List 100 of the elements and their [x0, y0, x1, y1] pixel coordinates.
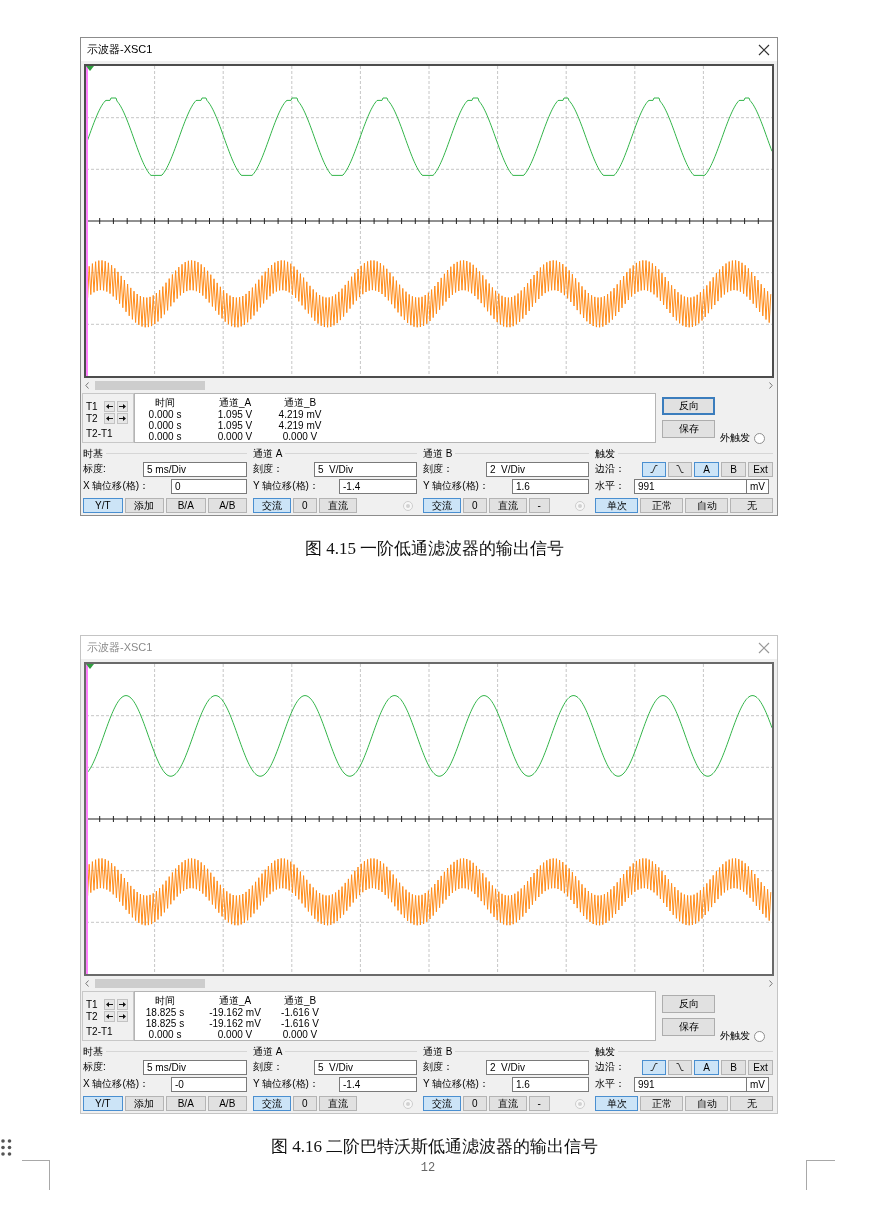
- field-label: Y 轴位移(格)：: [253, 479, 320, 493]
- unit-label: mV: [747, 478, 769, 494]
- trigger-marker-icon: [86, 66, 94, 71]
- offset-field[interactable]: 0: [171, 478, 247, 494]
- readout-value: 0.000 s: [148, 431, 182, 442]
- right-arrow-icon: [119, 1013, 126, 1019]
- external-trigger-label: 外触发: [720, 1029, 750, 1043]
- group-title: 通道 A: [253, 1044, 283, 1059]
- right-arrow-icon: [119, 1001, 126, 1007]
- column-header: 通道_B: [283, 396, 317, 409]
- coupling-button[interactable]: 直流: [318, 498, 357, 513]
- scale-field[interactable]: 5 V/Div: [314, 461, 417, 477]
- page-number: 12: [420, 1161, 436, 1175]
- scale-field[interactable]: 2 V/Div: [486, 461, 589, 477]
- trigger-mode-button[interactable]: 无: [730, 498, 773, 513]
- coupling-button[interactable]: 直流: [488, 498, 527, 513]
- cursor-left-button[interactable]: [104, 400, 115, 412]
- readout-value: 0.000 s: [148, 409, 182, 420]
- left-arrow-icon: [106, 1013, 113, 1019]
- figure-caption: 图 4.16 二阶巴特沃斯低通滤波器的输出信号: [270, 1136, 599, 1158]
- readout-value: 0.000 s: [148, 420, 182, 431]
- cursor-label: T2: [86, 412, 99, 424]
- display-mode-button[interactable]: A/B: [207, 498, 247, 513]
- cursor-label: T2-T1: [86, 428, 114, 439]
- readout-value: 0.000 V: [282, 1029, 318, 1040]
- field-label: 刻度：: [423, 1060, 454, 1074]
- readout-value: -1.616 V: [281, 1007, 319, 1018]
- readout-value: 0.000 V: [217, 431, 253, 442]
- right-arrow-icon: [119, 415, 126, 421]
- coupling-button[interactable]: 交流: [423, 498, 461, 513]
- scroll-right-icon[interactable]: [769, 381, 773, 389]
- field-label: 边沿：: [595, 1060, 626, 1074]
- display-mode-button[interactable]: B/A: [166, 498, 206, 513]
- close-button[interactable]: [758, 43, 770, 56]
- trigger-mode-button[interactable]: 自动: [685, 498, 728, 513]
- field-label: Y 轴位移(格)：: [423, 479, 490, 493]
- display-mode-button[interactable]: Y/T: [83, 498, 123, 513]
- cursor-right-button[interactable]: [117, 400, 128, 412]
- cursor-label: T1: [86, 400, 99, 412]
- rising-edge-icon: [650, 465, 658, 473]
- field-label: 水平：: [595, 479, 626, 493]
- field-label: 边沿：: [595, 462, 626, 476]
- edge-button[interactable]: [668, 461, 692, 477]
- cursor-right-button[interactable]: [117, 412, 128, 424]
- edge-button[interactable]: [642, 461, 666, 477]
- field-label: 标度:: [83, 1060, 107, 1074]
- group-title: 通道 B: [423, 1044, 453, 1059]
- reverse-button[interactable]: 反向: [662, 397, 715, 415]
- coupling-button[interactable]: 0: [293, 498, 317, 513]
- coupling-button[interactable]: 0: [463, 498, 487, 513]
- scroll-left-icon[interactable]: [85, 381, 89, 389]
- field-label: 标度:: [83, 462, 107, 476]
- readout-value: 0.000 V: [282, 431, 318, 442]
- readout-value: 1.095 V: [217, 420, 253, 431]
- radio-button[interactable]: [754, 432, 765, 444]
- source-button[interactable]: B: [721, 461, 746, 477]
- column-header: 时间: [155, 396, 175, 409]
- field-label: Y 轴位移(格)：: [423, 1077, 490, 1091]
- save-button[interactable]: 保存: [662, 420, 715, 438]
- field-label: Y 轴位移(格)：: [253, 1077, 320, 1091]
- margin-corner-mark: [806, 1160, 835, 1190]
- group-title: 触发: [595, 446, 615, 461]
- offset-field[interactable]: -1.4: [339, 478, 417, 494]
- readout-value: -1.616 V: [281, 1018, 319, 1029]
- coupling-button[interactable]: -: [528, 498, 550, 513]
- trigger-mode-button[interactable]: 单次: [595, 498, 638, 513]
- readout-value: 4.219 mV: [278, 409, 322, 420]
- column-header: 通道_A: [218, 396, 252, 409]
- column-header: 时间: [155, 994, 175, 1007]
- trigger-marker-icon: [86, 664, 94, 669]
- level-field[interactable]: 991: [634, 478, 747, 494]
- field-label: 水平：: [595, 1077, 626, 1091]
- left-arrow-icon: [106, 403, 113, 409]
- falling-edge-icon: [676, 465, 684, 473]
- source-button[interactable]: A: [694, 461, 719, 477]
- window-title: 示波器-XSC1: [87, 640, 153, 655]
- readout-value: 18.825 s: [145, 1018, 185, 1029]
- display-mode-button[interactable]: 添加: [124, 498, 164, 513]
- unit-label: mV: [747, 1076, 769, 1092]
- source-button[interactable]: Ext: [748, 461, 773, 477]
- group-title: 通道 B: [423, 446, 453, 461]
- offset-field[interactable]: 1.6: [512, 478, 589, 494]
- close-icon: [758, 43, 770, 56]
- left-arrow-icon: [106, 415, 113, 421]
- scrollbar-thumb[interactable]: [95, 380, 205, 390]
- right-arrow-icon: [119, 403, 126, 409]
- scale-field[interactable]: 5 ms/Div: [143, 461, 247, 477]
- trigger-mode-button[interactable]: 正常: [640, 498, 683, 513]
- figure-caption: 图 4.15 一阶低通滤波器的输出信号: [304, 538, 565, 560]
- group-title: 触发: [595, 1044, 615, 1059]
- window-title: 示波器-XSC1: [87, 42, 153, 57]
- drag-handle-icon[interactable]: [1, 1138, 12, 1156]
- external-trigger-label: 外触发: [720, 431, 750, 445]
- column-header: 通道_A: [218, 994, 252, 1007]
- readout-value: 18.825 s: [145, 1007, 185, 1018]
- field-label: 刻度：: [253, 462, 284, 476]
- field-label: X 轴位移(格)：: [83, 479, 151, 493]
- coupling-button[interactable]: 交流: [253, 498, 291, 513]
- cursor-label: T1: [86, 998, 99, 1010]
- cursor-left-button[interactable]: [104, 412, 115, 424]
